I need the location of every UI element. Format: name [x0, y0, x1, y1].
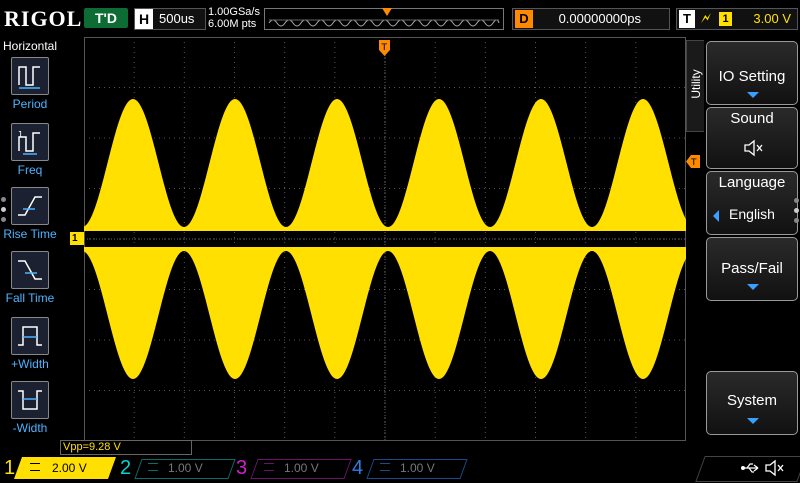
- positive-width-label: +Width: [11, 357, 49, 371]
- freq-label: Freq: [17, 163, 43, 177]
- submenu-arrow-icon: [747, 418, 759, 424]
- channel-3-number: 3: [236, 457, 248, 479]
- delay-tag: D: [515, 10, 533, 28]
- trigger-level-value: 3.00 V: [753, 11, 791, 26]
- system-label: System: [726, 392, 777, 409]
- waveform-display[interactable]: [84, 37, 686, 441]
- page-dot: [1, 217, 6, 222]
- speaker-muted-icon: [764, 458, 786, 483]
- trigger-level-marker[interactable]: T: [686, 155, 700, 168]
- submenu-arrow-icon: [747, 92, 759, 98]
- delay-box[interactable]: D 0.00000000ps: [512, 8, 670, 30]
- delay-value: 0.00000000ps: [558, 11, 641, 26]
- trigger-box[interactable]: T 🗲 1 3.00 V: [676, 8, 798, 30]
- fall-time-icon: [11, 251, 49, 289]
- channel-1-number: 1: [4, 457, 16, 479]
- period-label: Period: [12, 97, 48, 111]
- measure-negative-width-button[interactable]: -Width: [0, 381, 60, 443]
- trigger-tag: T: [679, 10, 695, 28]
- measure-rise-time-button[interactable]: Rise Time: [0, 187, 60, 249]
- channel-1-scale: 2.00 V: [52, 461, 87, 475]
- utility-tab-label: Utility: [689, 69, 703, 99]
- timebase-box[interactable]: H 500us: [134, 8, 206, 30]
- menu-page-dot: [794, 218, 799, 223]
- channel-2-number: 2: [120, 457, 132, 479]
- channel-2-scale: 1.00 V: [168, 461, 203, 475]
- channel-4-tab[interactable]: 4 1.00 V: [352, 457, 468, 479]
- channel-3-scale: 1.00 V: [284, 461, 319, 475]
- horizontal-tag: H: [135, 9, 153, 29]
- io-setting-button[interactable]: IO Setting: [706, 41, 798, 105]
- trigger-level-marker-label: T: [690, 158, 697, 168]
- dc-coupling-icon: [148, 463, 158, 471]
- negative-width-icon: [11, 381, 49, 419]
- speaker-muted-icon: [743, 138, 765, 163]
- rise-time-label: Rise Time: [3, 227, 57, 241]
- page-dot: [1, 197, 6, 202]
- period-icon: [11, 57, 49, 95]
- memory-trigger-marker: [382, 8, 392, 16]
- channel-4-scale: 1.00 V: [400, 461, 435, 475]
- rise-time-icon: [11, 187, 49, 225]
- positive-width-icon: [11, 317, 49, 355]
- memory-depth: 6.00M pts: [208, 18, 257, 30]
- waveform-canvas: [84, 37, 686, 441]
- panel-title: Horizontal: [2, 39, 58, 53]
- utility-menu-tab: Utility: [686, 40, 706, 132]
- measure-positive-width-button[interactable]: +Width: [0, 317, 60, 379]
- system-button[interactable]: System: [706, 371, 798, 435]
- dc-coupling-icon: [264, 463, 274, 471]
- vpp-measurement: Vpp=9.28 V: [60, 440, 192, 455]
- top-bar: RIGOL T'D H 500us 1.00GSa/s 6.00M pts D …: [0, 0, 800, 37]
- memory-waveform-overview: [264, 8, 504, 30]
- language-button[interactable]: Language English: [706, 171, 798, 235]
- language-label: Language: [718, 174, 786, 191]
- ch1-offset-marker[interactable]: 1: [70, 232, 84, 245]
- rising-edge-icon: 🗲: [701, 10, 711, 27]
- language-value: English: [729, 206, 775, 222]
- utility-menu: IO Setting Sound Language English Pass/F…: [704, 37, 800, 442]
- trigger-marker-label: T: [381, 43, 388, 53]
- channel-4-number: 4: [352, 457, 364, 479]
- menu-page-dot: [794, 198, 799, 203]
- measure-freq-button[interactable]: 1 Freq: [0, 123, 60, 185]
- usb-icon: [740, 460, 762, 481]
- sound-button[interactable]: Sound: [706, 107, 798, 169]
- menu-page-dot-active: [794, 208, 799, 213]
- timebase-value: 500us: [159, 11, 195, 26]
- pass-fail-label: Pass/Fail: [721, 260, 783, 277]
- trigger-position-marker[interactable]: T: [379, 40, 390, 56]
- channel-1-tab[interactable]: 1 2.00 V: [4, 457, 117, 479]
- io-setting-label: IO Setting: [718, 68, 786, 85]
- run-status-indicator[interactable]: T'D: [84, 8, 128, 28]
- pass-fail-button[interactable]: Pass/Fail: [706, 237, 798, 301]
- negative-width-label: -Width: [12, 421, 48, 435]
- sample-rate: 1.00GSa/s: [208, 6, 260, 18]
- fall-time-label: Fall Time: [5, 291, 55, 305]
- frequency-icon: 1: [11, 123, 49, 161]
- page-dot-active: [1, 207, 6, 212]
- horizontal-measure-panel: Horizontal Period 1 Freq Rise Time Fall …: [0, 37, 60, 442]
- svg-text:1: 1: [18, 130, 23, 139]
- sound-label: Sound: [730, 110, 774, 127]
- acquisition-info: 1.00GSa/s 6.00M pts: [208, 6, 260, 30]
- submenu-arrow-icon: [747, 284, 759, 290]
- dc-coupling-icon: [30, 463, 40, 471]
- measure-fall-time-button[interactable]: Fall Time: [0, 251, 60, 313]
- rigol-logo: RIGOL: [4, 6, 83, 31]
- channel-2-tab[interactable]: 2 1.00 V: [120, 457, 236, 479]
- channel-3-tab[interactable]: 3 1.00 V: [236, 457, 352, 479]
- dc-coupling-icon: [380, 463, 390, 471]
- measure-period-button[interactable]: Period: [0, 57, 60, 119]
- trigger-source: 1: [719, 12, 732, 26]
